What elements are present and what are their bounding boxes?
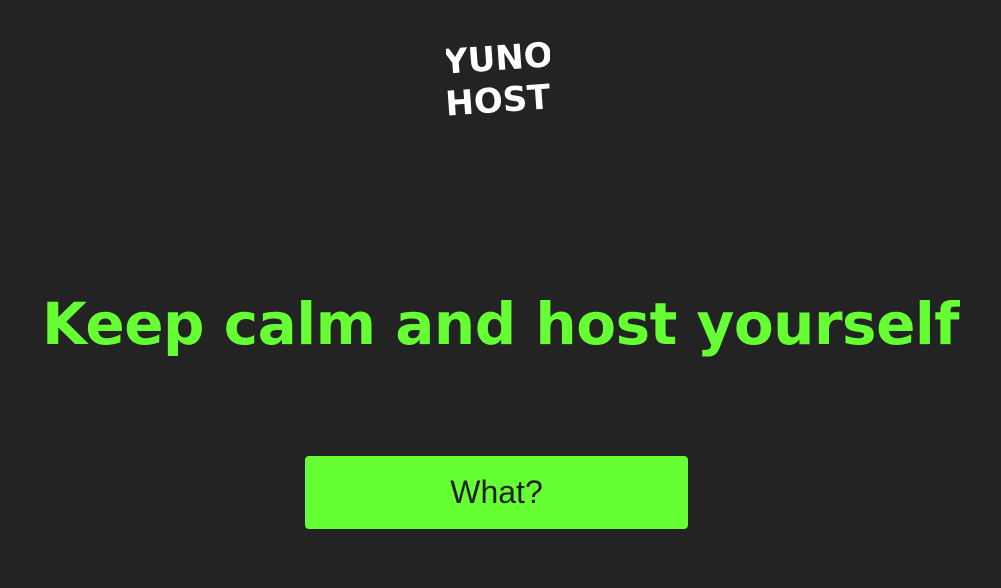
logo-line-1: YUNO [446, 35, 550, 83]
logo-line-2: HOST [446, 77, 550, 120]
what-button[interactable]: What? [305, 456, 688, 529]
yunohost-logo-icon: YUNO HOST [446, 30, 550, 120]
hero-headline: Keep calm and host yourself [41, 290, 960, 358]
landing-page: YUNO HOST Keep calm and host yourself Wh… [0, 0, 1001, 588]
